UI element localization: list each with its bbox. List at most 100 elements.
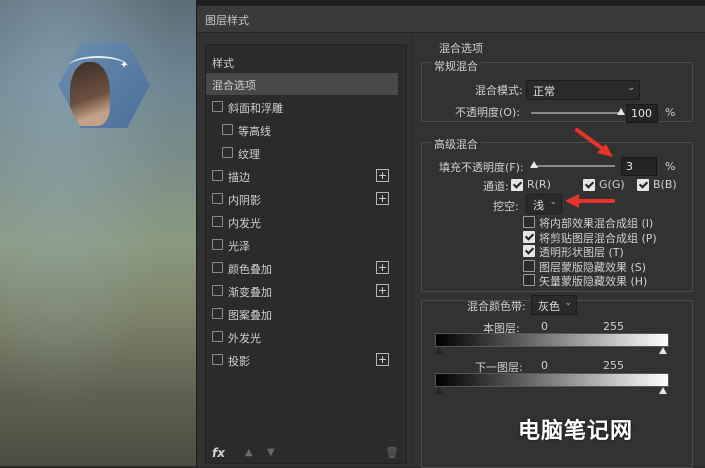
blend-mode-label: 混合模式: <box>475 84 523 97</box>
style-item-checkbox[interactable] <box>212 239 223 250</box>
add-style-plus-icon[interactable]: + <box>376 261 389 274</box>
underlying-layer-min: 0 <box>541 359 548 372</box>
style-item[interactable]: 等高线 <box>206 119 398 141</box>
blend-if-value: 灰色 <box>538 300 560 313</box>
style-item-checkbox[interactable] <box>222 147 233 158</box>
blend-options-heading: 混合选项 <box>439 42 483 55</box>
channel-checkbox[interactable] <box>637 179 649 191</box>
style-item-label: 外发光 <box>228 332 261 345</box>
channel-label: R(R) <box>527 178 551 191</box>
style-item[interactable]: 斜面和浮雕 <box>206 96 398 118</box>
style-item[interactable]: 图案叠加 <box>206 303 398 325</box>
dialog-title: 图层样式 <box>205 14 249 27</box>
opacity-value: 100 <box>631 107 652 120</box>
chevron-down-icon: ⌄ <box>549 197 557 207</box>
style-item-label: 描边 <box>228 171 250 184</box>
dialog-titlebar[interactable]: 图层样式 <box>197 6 705 33</box>
style-item[interactable]: 描边 + <box>206 165 398 187</box>
style-item-checkbox[interactable] <box>212 262 223 273</box>
add-style-plus-icon[interactable]: + <box>376 192 389 205</box>
style-item-label: 光泽 <box>228 240 250 253</box>
advanced-option-checkbox[interactable] <box>523 245 535 257</box>
channel-checkbox[interactable] <box>511 179 523 191</box>
advanced-blending-legend: 高级混合 <box>431 136 481 152</box>
opacity-input[interactable]: 100 <box>626 104 658 123</box>
blend-if-select[interactable]: 灰色 ⌄ <box>531 295 577 315</box>
style-item-label: 颜色叠加 <box>228 263 272 276</box>
move-up-icon[interactable]: ▲ <box>245 447 253 458</box>
channels-label: 通道: <box>483 180 509 193</box>
annotation-arrow-knockout <box>565 194 615 208</box>
star-icon: ✦ <box>120 60 129 71</box>
style-item-checkbox[interactable] <box>212 354 223 365</box>
underlying-layer-max: 255 <box>603 359 624 372</box>
this-layer-gradient <box>435 333 669 347</box>
fill-opacity-percent: % <box>665 160 676 173</box>
style-item[interactable]: 渐变叠加 + <box>206 280 398 302</box>
style-item-checkbox[interactable] <box>212 308 223 319</box>
chevron-down-icon: ⌄ <box>564 298 572 308</box>
style-item-label: 纹理 <box>238 148 260 161</box>
advanced-option-checkbox[interactable] <box>523 230 535 243</box>
blend-options-panel: 混合选项 常规混合 混合模式: 正常 ⌄ 不透明度(O): 100 % 高级混合… <box>421 36 705 468</box>
advanced-option-checkbox[interactable] <box>523 259 535 272</box>
general-blending-legend: 常规混合 <box>431 58 481 74</box>
style-item[interactable]: 光泽 <box>206 234 398 256</box>
opacity-label: 不透明度(O): <box>455 106 520 119</box>
knockout-label: 挖空: <box>493 200 519 213</box>
style-item[interactable]: 外发光 <box>206 326 398 348</box>
style-item-label: 混合选项 <box>212 79 256 92</box>
underlying-layer-black-thumb[interactable] <box>435 387 443 394</box>
add-style-plus-icon[interactable]: + <box>376 353 389 366</box>
style-item-label: 等高线 <box>238 125 271 138</box>
underlying-layer-white-thumb[interactable] <box>659 387 667 394</box>
style-item[interactable]: 内发光 <box>206 211 398 233</box>
style-item-checkbox[interactable] <box>222 124 233 135</box>
style-item[interactable]: 混合选项 <box>206 73 398 95</box>
style-item-checkbox[interactable] <box>212 331 223 342</box>
panel-divider <box>411 36 412 466</box>
advanced-option-checkbox[interactable] <box>523 216 535 228</box>
fill-opacity-value: 3 <box>626 160 633 173</box>
watermark-text: 电脑笔记网 <box>518 419 634 444</box>
advanced-option-checkbox[interactable] <box>523 274 535 286</box>
style-item-label: 内阴影 <box>228 194 261 207</box>
style-item-label: 图案叠加 <box>228 309 272 322</box>
fill-opacity-slider[interactable] <box>531 165 615 167</box>
sparkle-arc <box>68 56 128 78</box>
style-item-checkbox[interactable] <box>212 216 223 227</box>
style-item-checkbox[interactable] <box>212 170 223 181</box>
underlying-layer-gradient <box>435 373 669 387</box>
style-item[interactable]: 内阴影 + <box>206 188 398 210</box>
style-item-label: 内发光 <box>228 217 261 230</box>
styles-footer: fx ▲ ▼ 🗑 <box>205 446 405 462</box>
add-style-plus-icon[interactable]: + <box>376 284 389 297</box>
channel-label: B(B) <box>653 178 677 191</box>
knockout-value: 浅 <box>533 199 544 212</box>
style-item-checkbox[interactable] <box>212 193 223 204</box>
advanced-option-label: 矢量蒙版隐藏效果 (H) <box>539 275 648 288</box>
fill-opacity-input[interactable]: 3 <box>621 157 657 176</box>
this-layer-white-thumb[interactable] <box>659 347 667 354</box>
style-item-checkbox[interactable] <box>212 101 223 112</box>
style-item-checkbox[interactable] <box>212 285 223 296</box>
fill-opacity-slider-thumb[interactable] <box>529 161 538 168</box>
this-layer-max: 255 <box>603 320 624 333</box>
trash-icon[interactable]: 🗑 <box>385 446 399 459</box>
channel-checkbox[interactable] <box>583 179 595 191</box>
styles-header: 样式 <box>206 51 398 73</box>
styles-list: 样式 混合选项 斜面和浮雕 等高线 纹理 描边 + 内阴影 + 内发光 光泽 颜色叠加 + 渐变叠加 + 图… <box>205 44 407 464</box>
this-layer-black-thumb[interactable] <box>435 347 443 354</box>
blend-mode-select[interactable]: 正常 ⌄ <box>526 80 640 100</box>
chevron-down-icon: ⌄ <box>627 83 635 93</box>
style-item[interactable]: 纹理 <box>206 142 398 164</box>
style-item[interactable]: 颜色叠加 + <box>206 257 398 279</box>
knockout-select[interactable]: 浅 ⌄ <box>526 194 562 214</box>
opacity-slider-thumb[interactable] <box>617 108 625 115</box>
fx-icon[interactable]: fx <box>212 446 225 460</box>
move-down-icon[interactable]: ▼ <box>267 447 275 458</box>
add-style-plus-icon[interactable]: + <box>376 169 389 182</box>
style-item[interactable]: 投影 + <box>206 349 398 371</box>
opacity-slider[interactable] <box>531 112 621 114</box>
opacity-percent: % <box>665 106 676 119</box>
